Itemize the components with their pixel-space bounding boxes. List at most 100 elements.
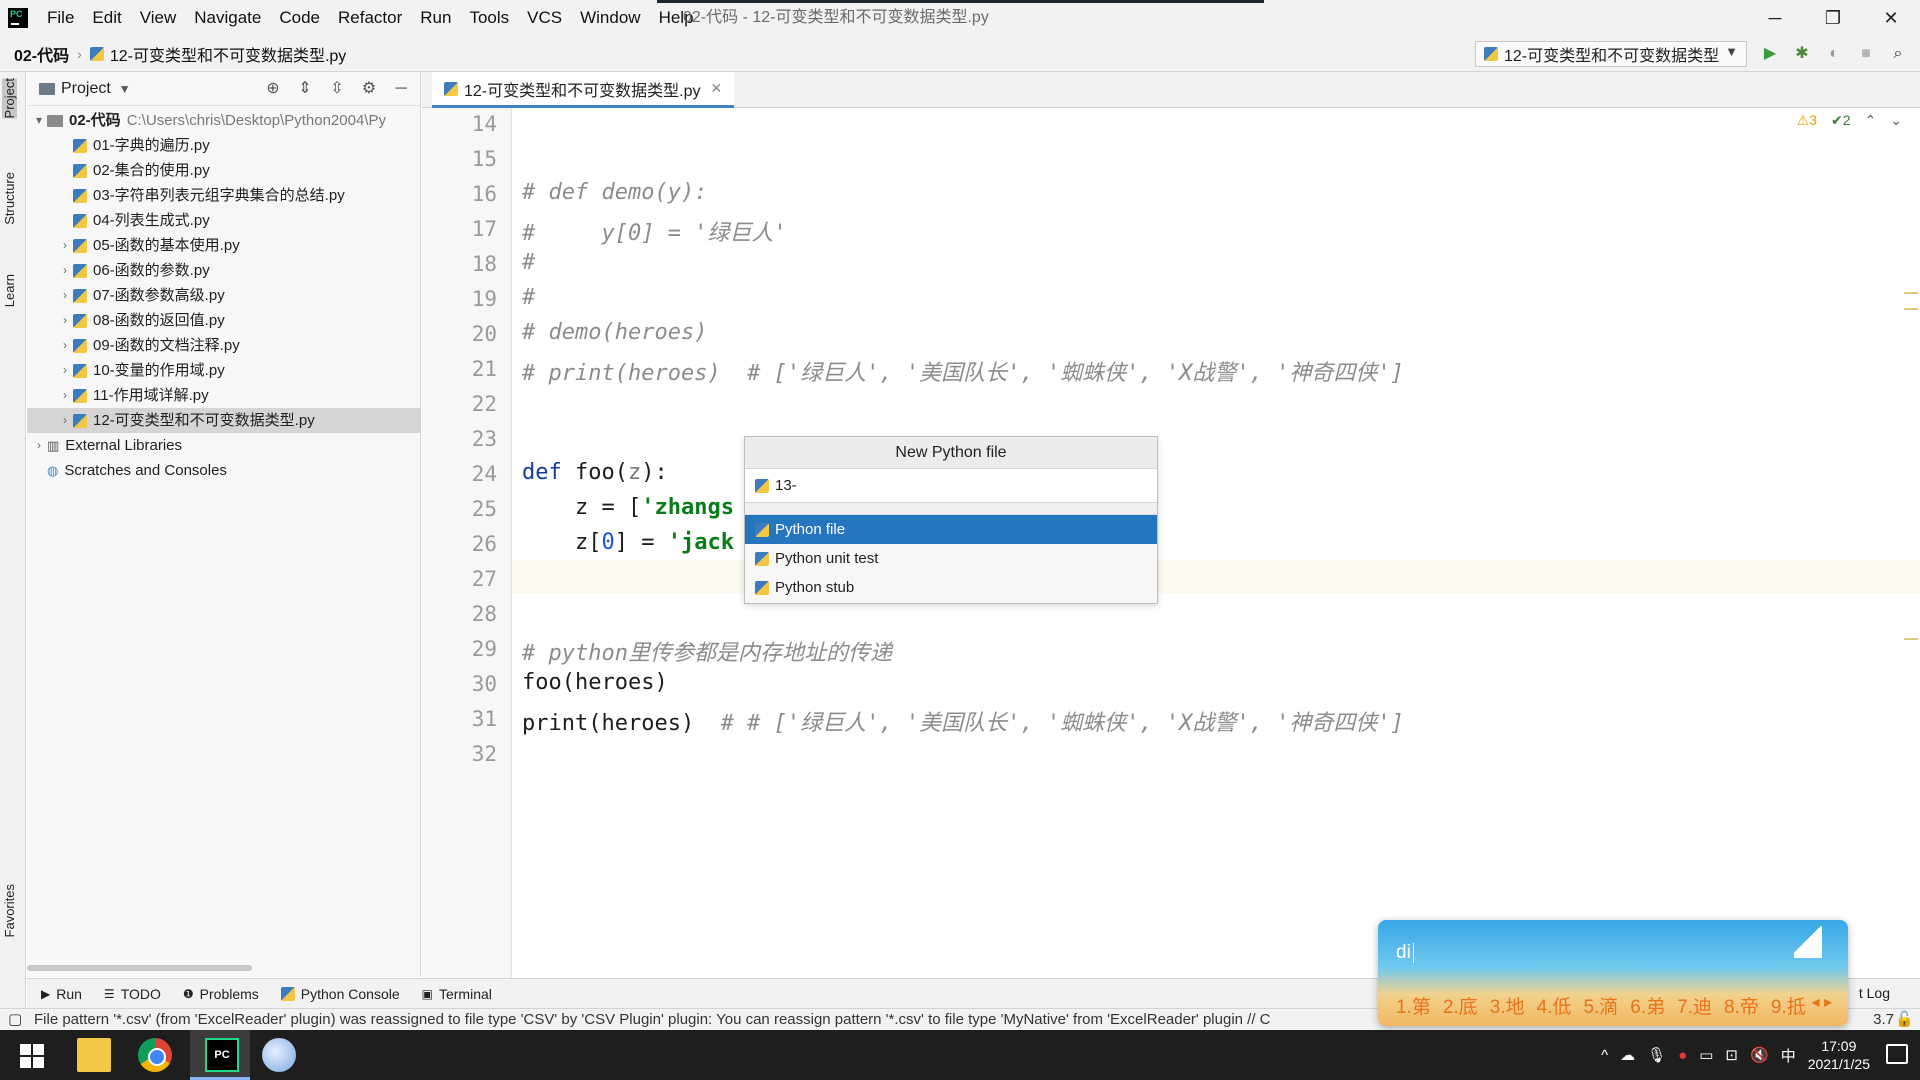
tab-structure[interactable]: Structure <box>2 172 17 225</box>
python-interpreter[interactable]: 3.7 <box>1873 1009 1894 1030</box>
ime-candidate[interactable]: 5.滴 <box>1583 992 1618 1019</box>
chevron-right-icon[interactable]: › <box>57 408 73 433</box>
menu-vcs[interactable]: VCS <box>518 0 571 36</box>
status-message[interactable]: File pattern '*.csv' (from 'ExcelReader'… <box>34 1009 1271 1030</box>
hide-icon[interactable]: ─ <box>390 78 412 100</box>
run-icon[interactable]: ▶ <box>1758 42 1782 66</box>
chevron-right-icon[interactable]: › <box>57 383 73 408</box>
tree-file[interactable]: 03-字符串列表元组字典集合的总结.py <box>27 183 420 208</box>
volume-muted-icon[interactable]: 🔇 <box>1750 1046 1769 1064</box>
breadcrumb-project[interactable]: 02-代码 <box>14 42 69 66</box>
tool-run[interactable]: ▶ Run <box>41 986 82 1002</box>
collapse-all-icon[interactable]: ⇳ <box>326 78 348 100</box>
tab-project[interactable]: Project <box>2 78 17 119</box>
menu-file[interactable]: File <box>38 0 83 36</box>
tree-file[interactable]: 01-字典的遍历.py <box>27 133 420 158</box>
tree-file[interactable]: › 07-函数参数高级.py <box>27 283 420 308</box>
tree-file[interactable]: › 05-函数的基本使用.py <box>27 233 420 258</box>
status-icon[interactable]: ▢ <box>8 1009 22 1030</box>
stripe-mark[interactable] <box>1904 308 1918 310</box>
gear-icon[interactable]: ⚙ <box>358 78 380 100</box>
minimize-button[interactable]: ─ <box>1746 0 1804 36</box>
ime-candidate[interactable]: 8.帝 <box>1724 992 1759 1019</box>
paint-app-icon[interactable] <box>262 1038 296 1072</box>
option-python-file[interactable]: Python file <box>745 515 1157 544</box>
maximize-button[interactable]: ❐ <box>1804 0 1862 36</box>
warning-count[interactable]: ⚠3 <box>1797 112 1817 129</box>
search-icon[interactable]: ⌕ <box>1886 42 1910 66</box>
tree-file[interactable]: 04-列表生成式.py <box>27 208 420 233</box>
tree-file[interactable]: 02-集合的使用.py <box>27 158 420 183</box>
locate-icon[interactable]: ⊕ <box>262 78 284 100</box>
chevron-down-icon[interactable]: ▾ <box>31 108 47 133</box>
tree-root[interactable]: ▾ 02-代码 C:\Users\chris\Desktop\Python200… <box>27 108 420 133</box>
tree-external-libraries[interactable]: › ▥ External Libraries <box>27 433 420 458</box>
chevron-right-icon[interactable]: › <box>57 308 73 333</box>
stripe-mark[interactable] <box>1904 292 1918 294</box>
tool-event-log[interactable]: t Log <box>1859 985 1890 1001</box>
menu-window[interactable]: Window <box>571 0 649 36</box>
tool-terminal[interactable]: ▣ Terminal <box>422 986 492 1002</box>
menu-tools[interactable]: Tools <box>460 0 518 36</box>
clock[interactable]: 17:09 2021/1/25 <box>1808 1037 1870 1073</box>
ime-candidate[interactable]: 2.底 <box>1443 992 1478 1019</box>
close-tab-icon[interactable]: ✕ <box>710 80 722 97</box>
ime-candidate[interactable]: 1.第 <box>1396 992 1431 1019</box>
run-configuration-select[interactable]: 12-可变类型和不可变数据类型 ▼ <box>1475 41 1747 67</box>
tab-favorites[interactable]: Favorites <box>2 884 17 937</box>
chrome-icon[interactable] <box>138 1038 172 1072</box>
option-python-stub[interactable]: Python stub <box>745 573 1157 602</box>
pycharm-icon[interactable]: PC <box>205 1038 239 1072</box>
microphone-icon[interactable]: 🎙 <box>1647 1046 1666 1064</box>
tool-problems[interactable]: ❶ Problems <box>183 986 259 1002</box>
breadcrumb-file[interactable]: 12-可变类型和不可变数据类型.py <box>110 42 346 66</box>
horizontal-scrollbar[interactable] <box>27 965 252 971</box>
menu-edit[interactable]: Edit <box>83 0 130 36</box>
chevron-right-icon[interactable]: › <box>57 358 73 383</box>
ime-candidate[interactable]: 6.弟 <box>1630 992 1665 1019</box>
windows-start-icon[interactable] <box>16 1038 50 1072</box>
expand-all-icon[interactable]: ⇕ <box>294 78 316 100</box>
tree-file-selected[interactable]: › 12-可变类型和不可变数据类型.py <box>27 408 420 433</box>
menu-refactor[interactable]: Refactor <box>329 0 411 36</box>
tree-file[interactable]: › 10-变量的作用域.py <box>27 358 420 383</box>
ime-candidate[interactable]: 3.地 <box>1490 992 1525 1019</box>
chevron-down-icon[interactable]: ⌄ <box>1890 112 1902 129</box>
tool-todo[interactable]: ☰ TODO <box>104 986 161 1002</box>
chevron-right-icon[interactable]: › <box>57 283 73 308</box>
close-button[interactable]: ✕ <box>1862 0 1920 36</box>
coverage-icon[interactable]: ◐ <box>1822 42 1846 66</box>
menu-code[interactable]: Code <box>270 0 329 36</box>
ime-language[interactable]: 中 <box>1781 1045 1796 1066</box>
chevron-down-icon[interactable]: ▼ <box>119 82 131 96</box>
battery-icon[interactable]: ▭ <box>1699 1046 1713 1064</box>
network-icon[interactable]: ⊡ <box>1725 1046 1738 1064</box>
record-icon[interactable]: ● <box>1678 1047 1687 1064</box>
menu-run[interactable]: Run <box>411 0 460 36</box>
code-editor[interactable]: 14 15 16 17 18 19 20 21 22 23 24 25 26 2… <box>422 108 1920 978</box>
lock-icon[interactable]: 🔓 <box>1895 1009 1914 1030</box>
ime-candidate[interactable]: 4.低 <box>1537 992 1572 1019</box>
stripe-mark[interactable] <box>1904 638 1918 640</box>
tree-scratches[interactable]: ◍ Scratches and Consoles <box>27 458 420 483</box>
chevron-up-icon[interactable]: ⌃ <box>1865 112 1877 129</box>
typo-count[interactable]: ✔2 <box>1831 112 1851 129</box>
chevron-right-icon[interactable]: › <box>57 233 73 258</box>
file-name-input[interactable]: 13- <box>745 469 1157 503</box>
menu-view[interactable]: View <box>131 0 186 36</box>
menu-navigate[interactable]: Navigate <box>185 0 270 36</box>
ime-candidate[interactable]: 7.迪 <box>1677 992 1712 1019</box>
tool-python-console[interactable]: Python Console <box>280 986 400 1002</box>
stop-icon[interactable]: ■ <box>1854 42 1878 66</box>
file-explorer-icon[interactable] <box>77 1038 111 1072</box>
inspection-widget[interactable]: ⚠3 ✔2 ⌃ ⌄ <box>1797 112 1902 129</box>
tree-file[interactable]: › 09-函数的文档注释.py <box>27 333 420 358</box>
tree-file[interactable]: › 11-作用域详解.py <box>27 383 420 408</box>
ime-candidate[interactable]: 9.抵 <box>1771 992 1806 1019</box>
chevron-right-icon[interactable]: › <box>31 433 47 458</box>
tree-file[interactable]: › 08-函数的返回值.py <box>27 308 420 333</box>
project-panel-title[interactable]: Project <box>61 80 111 98</box>
chevron-right-icon[interactable]: › <box>57 333 73 358</box>
notification-icon[interactable] <box>1886 1044 1908 1064</box>
debug-icon[interactable]: ✱ <box>1790 42 1814 66</box>
